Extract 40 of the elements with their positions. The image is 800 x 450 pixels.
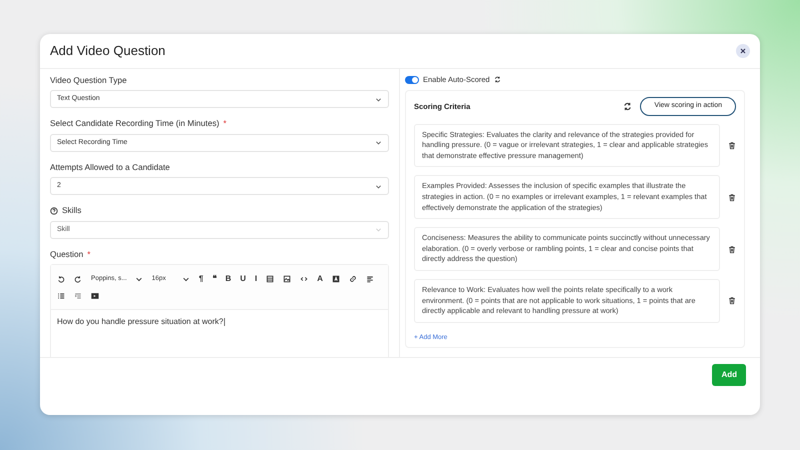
- indent-icon: [74, 292, 82, 300]
- chevron-down-icon: [375, 96, 382, 103]
- chevron-down-icon: [375, 226, 382, 234]
- format-button[interactable]: ❝: [212, 270, 216, 288]
- chevron-down-icon: [375, 139, 382, 146]
- field-label: Skills: [62, 204, 82, 217]
- image-icon: [283, 274, 292, 283]
- modal-title: Add Video Question: [50, 42, 166, 60]
- trash-icon: [728, 244, 736, 254]
- trash-icon: [728, 141, 736, 150]
- trash-icon: [728, 192, 736, 202]
- required-mark: *: [223, 117, 226, 130]
- field-label: Question: [50, 248, 84, 260]
- close-button[interactable]: [736, 44, 750, 58]
- link-icon: [348, 274, 357, 283]
- field-label: Video Question Type: [50, 74, 127, 86]
- refresh-icon: [494, 76, 501, 84]
- format-button[interactable]: U: [240, 270, 246, 288]
- trash-icon: [728, 296, 736, 306]
- field-label: Attempts Allowed to a Candidate: [50, 160, 170, 174]
- highlight-icon: [332, 274, 340, 283]
- close-icon: [740, 48, 746, 54]
- media-icon: [91, 292, 99, 300]
- refresh-icon: [623, 102, 632, 111]
- list-icon: [57, 292, 65, 300]
- format-button[interactable]: A: [317, 270, 323, 288]
- table-icon: [266, 274, 274, 283]
- undo-icon: [57, 274, 65, 283]
- format-button[interactable]: I: [254, 270, 258, 288]
- toggle-switch[interactable]: [405, 76, 419, 84]
- format-button[interactable]: B: [225, 270, 232, 288]
- editor-text[interactable]: How do you handle pressure situation at work?: [51, 310, 388, 334]
- chevron-down-icon: [375, 182, 382, 190]
- align-left-icon: [366, 274, 374, 283]
- redo-icon: [74, 274, 82, 283]
- text-cursor: [224, 318, 226, 326]
- code-icon: [300, 274, 308, 283]
- required-mark: *: [87, 248, 90, 260]
- field-label: Select Candidate Recording Time (in Minutes): [50, 117, 220, 130]
- format-button[interactable]: ¶: [198, 270, 204, 288]
